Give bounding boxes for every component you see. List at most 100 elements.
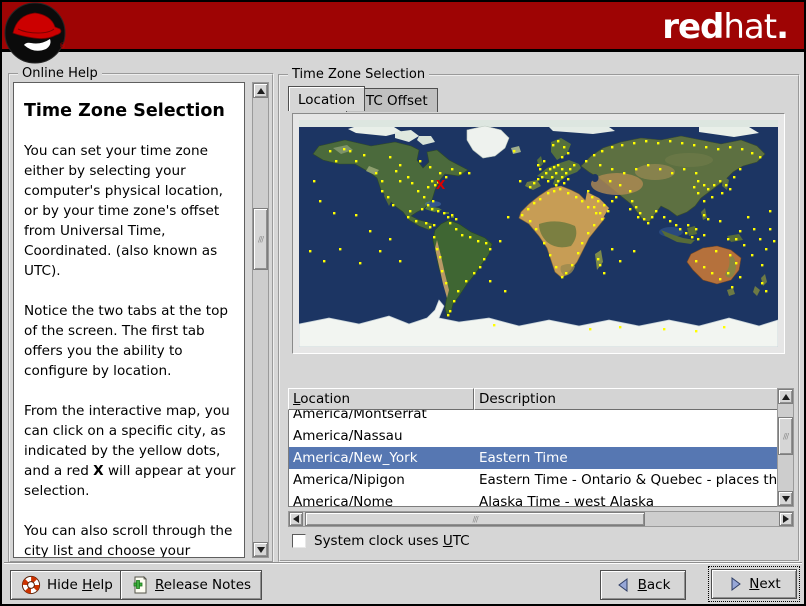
city-dot[interactable] (715, 250, 718, 253)
city-dot[interactable] (529, 220, 532, 223)
city-dot[interactable] (521, 214, 524, 217)
city-dot[interactable] (697, 180, 700, 183)
city-dot[interactable] (735, 262, 738, 265)
city-dot[interactable] (711, 196, 714, 199)
city-dot[interactable] (773, 240, 776, 243)
city-dot[interactable] (389, 238, 392, 241)
city-dot[interactable] (427, 186, 430, 189)
city-dot[interactable] (343, 148, 346, 151)
city-dot[interactable] (591, 196, 594, 199)
city-dot[interactable] (407, 176, 410, 179)
city-dot[interactable] (751, 254, 754, 257)
city-dot[interactable] (461, 234, 464, 237)
help-scrollbar-thumb[interactable]: /// (253, 208, 268, 270)
city-dot[interactable] (733, 176, 736, 179)
city-dot[interactable] (539, 168, 542, 171)
city-dot[interactable] (611, 168, 614, 171)
city-dot[interactable] (565, 172, 568, 175)
city-dot[interactable] (581, 200, 584, 203)
city-dot[interactable] (769, 228, 772, 231)
scroll-up-icon[interactable] (253, 83, 268, 98)
city-dot[interactable] (611, 146, 614, 149)
city-dot[interactable] (455, 218, 458, 221)
city-dot[interactable] (329, 150, 332, 153)
city-dot[interactable] (551, 176, 554, 179)
city-dot[interactable] (587, 206, 590, 209)
city-dot[interactable] (693, 186, 696, 189)
city-dot[interactable] (507, 216, 510, 219)
city-dot[interactable] (759, 156, 762, 159)
city-dot[interactable] (333, 212, 336, 215)
city-dot[interactable] (761, 264, 764, 267)
city-dot[interactable] (647, 222, 650, 225)
table-vscrollbar-thumb[interactable]: /// (778, 417, 793, 455)
city-dot[interactable] (597, 200, 600, 203)
city-dot[interactable] (723, 326, 726, 329)
city-dot[interactable] (681, 142, 684, 145)
city-dot[interactable] (567, 192, 570, 195)
city-dot[interactable] (355, 214, 358, 217)
system-clock-utc-checkbox[interactable] (292, 534, 306, 548)
table-vertical-scrollbar[interactable]: /// (777, 388, 794, 507)
city-dot[interactable] (707, 188, 710, 191)
city-dot[interactable] (439, 256, 442, 259)
city-dot[interactable] (629, 208, 632, 211)
city-dot[interactable] (465, 280, 468, 283)
city-dot[interactable] (417, 190, 420, 193)
city-dot[interactable] (657, 142, 660, 145)
city-dot[interactable] (683, 168, 686, 171)
city-dot[interactable] (392, 204, 395, 207)
city-dot[interactable] (751, 152, 754, 155)
city-dot[interactable] (437, 210, 440, 213)
city-dot[interactable] (593, 206, 596, 209)
city-dot[interactable] (543, 242, 546, 245)
city-dot[interactable] (719, 220, 722, 223)
city-dot[interactable] (537, 178, 540, 181)
city-dot[interactable] (727, 238, 730, 241)
city-dot[interactable] (603, 204, 606, 207)
release-notes-button[interactable]: Release Notes (120, 570, 263, 600)
city-dot[interactable] (399, 180, 402, 183)
city-dot[interactable] (587, 232, 590, 235)
city-dot[interactable] (765, 248, 768, 251)
city-dot[interactable] (555, 266, 558, 269)
city-dot[interactable] (599, 164, 602, 167)
city-dot[interactable] (569, 168, 572, 171)
city-dot[interactable] (485, 242, 488, 245)
city-dot[interactable] (543, 160, 546, 163)
city-dot[interactable] (387, 196, 390, 199)
city-dot[interactable] (695, 172, 698, 175)
scroll-up-icon[interactable] (778, 389, 793, 404)
city-dot[interactable] (643, 218, 646, 221)
city-dot[interactable] (615, 196, 618, 199)
city-dot[interactable] (539, 198, 542, 201)
city-dot[interactable] (473, 272, 476, 275)
city-dot[interactable] (651, 216, 654, 219)
city-dot[interactable] (415, 220, 418, 223)
city-dot[interactable] (705, 146, 708, 149)
city-dot[interactable] (555, 184, 558, 187)
city-dot[interactable] (595, 212, 598, 215)
column-header-description[interactable]: Description (474, 388, 778, 410)
city-dot[interactable] (441, 270, 444, 273)
column-header-location[interactable]: Location (288, 388, 474, 410)
scroll-down-icon[interactable] (253, 542, 268, 557)
city-dot[interactable] (619, 326, 622, 329)
city-dot[interactable] (451, 214, 454, 217)
help-scrollbar[interactable]: /// (252, 82, 269, 558)
city-dot[interactable] (761, 282, 764, 285)
city-dot[interactable] (719, 278, 722, 281)
city-dot[interactable] (655, 210, 658, 213)
city-dot[interactable] (445, 176, 448, 179)
city-dot[interactable] (607, 210, 610, 213)
city-dot[interactable] (547, 192, 550, 195)
scroll-right-icon[interactable] (779, 512, 793, 526)
city-dot[interactable] (589, 328, 592, 331)
table-row[interactable]: America/Nassau (289, 425, 777, 447)
city-dot[interactable] (359, 262, 362, 265)
back-button[interactable]: Back (600, 570, 686, 600)
city-dot[interactable] (739, 276, 742, 279)
city-dot[interactable] (735, 238, 738, 241)
city-dot[interactable] (313, 180, 316, 183)
world-map[interactable]: X (298, 120, 779, 348)
